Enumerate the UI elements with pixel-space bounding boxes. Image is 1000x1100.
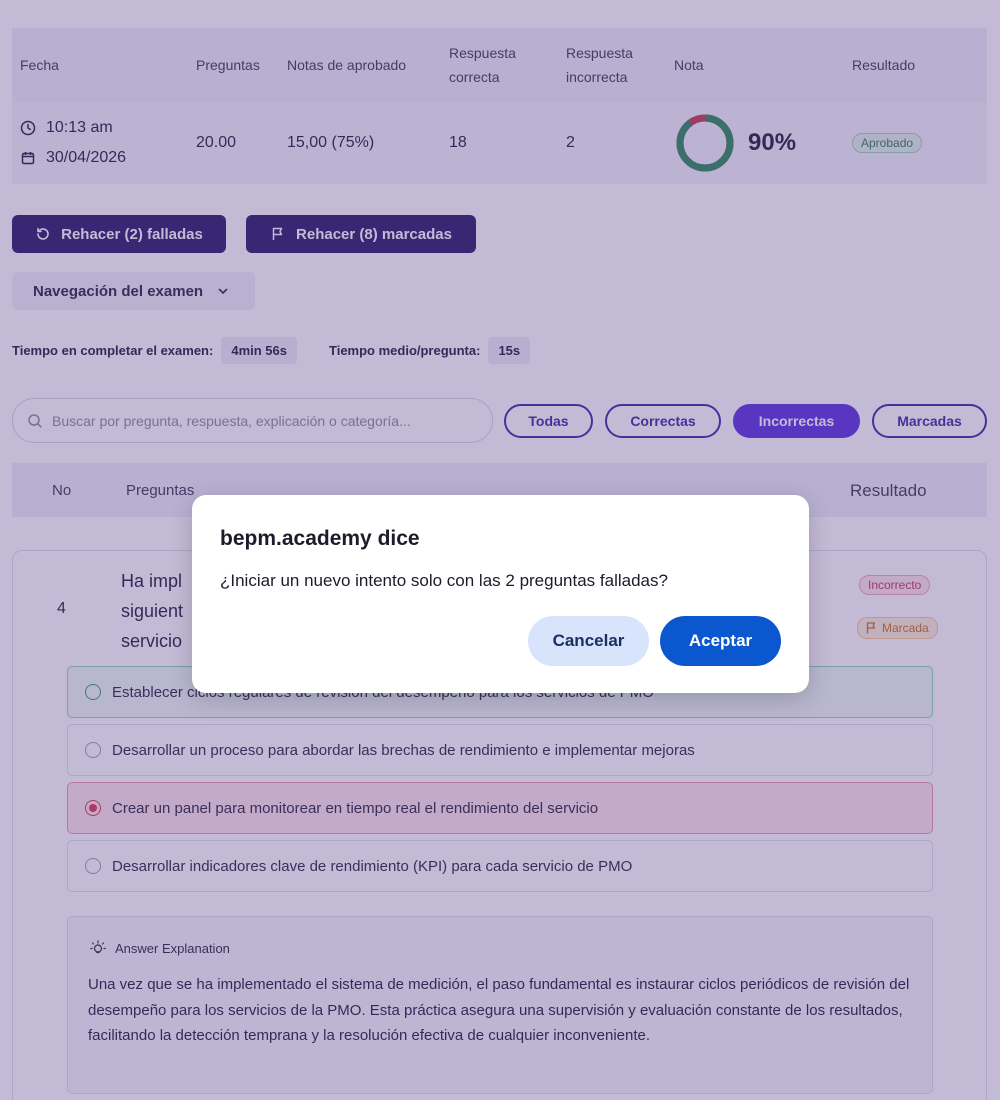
accept-button[interactable]: Aceptar: [660, 616, 781, 666]
dialog-title: bepm.academy dice: [220, 527, 420, 550]
cancel-button[interactable]: Cancelar: [528, 616, 649, 666]
dialog-message: ¿Iniciar un nuevo intento solo con las 2…: [220, 571, 668, 590]
confirm-dialog: bepm.academy dice ¿Iniciar un nuevo inte…: [192, 495, 809, 693]
